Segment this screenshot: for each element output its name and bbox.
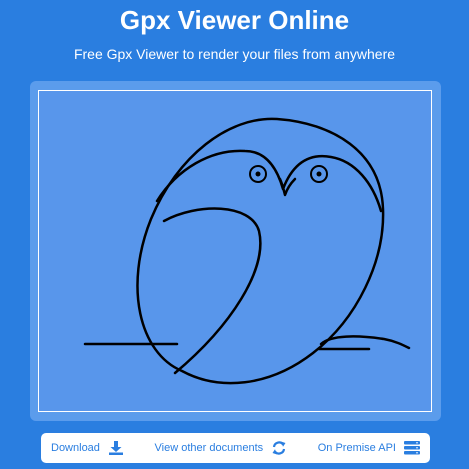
gpx-track-wing [162, 207, 262, 375]
on-premise-api-label: On Premise API [317, 442, 396, 454]
gpx-track-drawing [83, 117, 411, 385]
view-other-documents-label: View other documents [154, 442, 264, 454]
toolbar: Download View other documents On Premise… [41, 433, 430, 463]
download-icon [108, 440, 124, 456]
view-other-documents-button[interactable]: View other documents [155, 440, 288, 456]
gpx-track-eye-left-inner [255, 171, 261, 177]
gpx-render-canvas[interactable] [38, 90, 432, 412]
page-subtitle: Free Gpx Viewer to render your files fro… [73, 46, 396, 62]
on-premise-api-button[interactable]: On Premise API [318, 440, 420, 456]
download-button[interactable]: Download [51, 440, 124, 456]
server-icon [403, 440, 420, 456]
gpx-track-tail-right [319, 335, 411, 350]
page-title: Gpx Viewer Online [119, 5, 350, 35]
refresh-icon [271, 440, 287, 456]
gpx-track-eye-right-inner [316, 171, 322, 177]
gpx-track-brow [155, 149, 383, 213]
download-label: Download [51, 442, 100, 454]
